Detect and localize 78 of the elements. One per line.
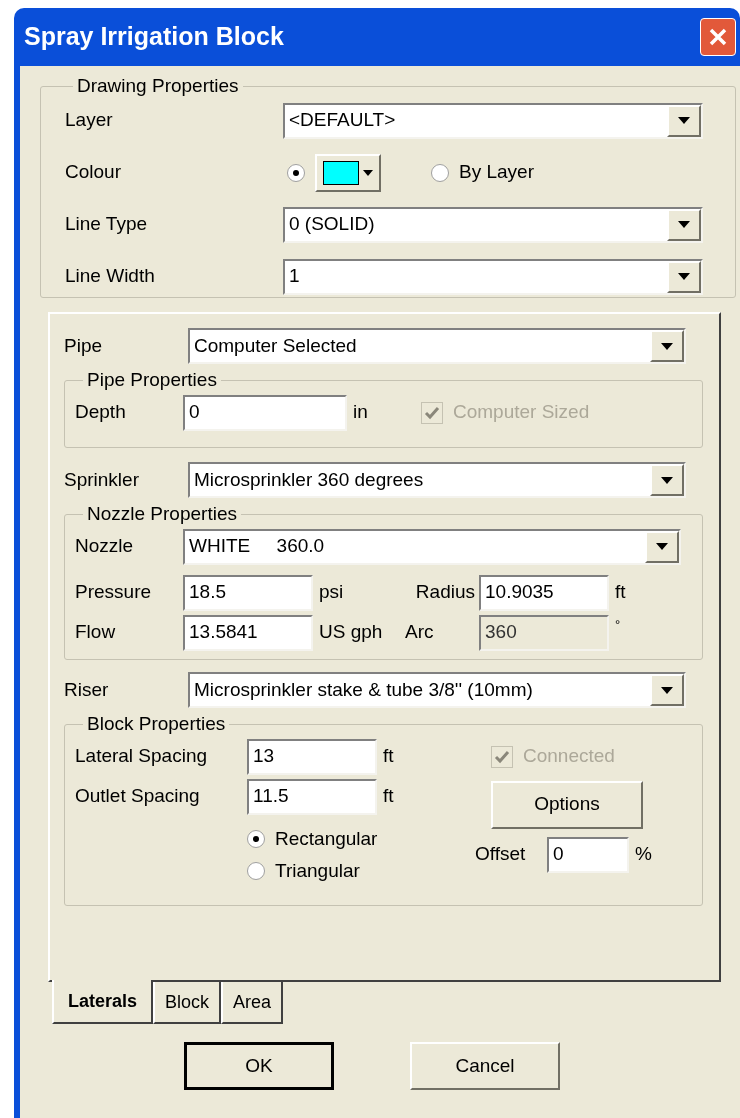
field-label: Line Type xyxy=(65,212,149,237)
dropdown-button[interactable] xyxy=(667,260,701,293)
dropdown-button[interactable] xyxy=(650,330,684,362)
field-label: Line Width xyxy=(65,264,156,289)
group-title: Nozzle Properties xyxy=(86,502,238,526)
unit-label: psi xyxy=(319,580,345,605)
dropdown-field[interactable]: Microsprinkler stake & tube 3/8'' (10mm) xyxy=(188,672,686,708)
unit-label: ft xyxy=(383,744,394,769)
caret-icon xyxy=(661,476,673,484)
unit-label: ft xyxy=(383,784,394,809)
unit-label: ° xyxy=(615,615,621,634)
group-title: Drawing Properties xyxy=(76,74,240,98)
input-field[interactable]: 13.5841 xyxy=(183,614,313,651)
radio-button[interactable] xyxy=(287,163,305,182)
caret-icon xyxy=(678,221,690,228)
dropdown-button[interactable] xyxy=(667,208,701,241)
dialog-button[interactable]: Cancel xyxy=(410,1042,560,1090)
tab[interactable]: Area xyxy=(221,982,284,1024)
field-label: Riser xyxy=(64,677,110,702)
field-label: Layer xyxy=(65,108,114,133)
radio-button[interactable] xyxy=(247,829,265,848)
radio-button[interactable] xyxy=(431,163,449,182)
close-button[interactable] xyxy=(700,18,736,56)
tab[interactable]: Laterals xyxy=(52,980,154,1024)
field-label: Outlet Spacing xyxy=(75,784,201,809)
field-label: Depth xyxy=(75,400,127,425)
close-icon xyxy=(708,27,728,47)
field-label: Offset xyxy=(475,842,527,867)
input-field[interactable]: 11.5 xyxy=(247,778,377,815)
radio-label: Rectangular xyxy=(275,826,378,851)
check-icon xyxy=(494,749,510,764)
radio-button[interactable] xyxy=(247,862,265,881)
checkbox-label: Connected xyxy=(523,744,615,769)
radio-label: Triangular xyxy=(275,859,360,883)
field-label: Pipe xyxy=(64,333,104,358)
field-label: Colour xyxy=(65,160,122,185)
unit-label: in xyxy=(353,400,369,425)
field-label: Flow xyxy=(75,620,117,645)
input-field[interactable]: 10.9035 xyxy=(479,574,609,611)
field-label: Arc xyxy=(405,620,435,645)
caret-icon xyxy=(363,169,373,176)
checkbox-label: Computer Sized xyxy=(453,400,590,425)
unit-label: US gph xyxy=(319,620,384,645)
check-icon xyxy=(424,405,440,420)
field-label: Pressure xyxy=(75,580,153,605)
caret-icon xyxy=(656,543,668,550)
dropdown-button[interactable] xyxy=(667,104,701,137)
field-label: Nozzle xyxy=(75,534,135,559)
dialog-button[interactable]: OK xyxy=(184,1042,334,1090)
caret-icon xyxy=(661,342,673,350)
dropdown-field[interactable]: <DEFAULT> xyxy=(283,102,703,139)
colour-picker[interactable] xyxy=(315,153,381,192)
field-label: Radius xyxy=(414,580,476,605)
dropdown-button[interactable] xyxy=(645,530,679,563)
input-field[interactable]: 13 xyxy=(247,738,377,775)
unit-label: % xyxy=(635,842,652,867)
field-label: Sprinkler xyxy=(64,467,140,492)
group-title: Block Properties xyxy=(86,712,227,736)
input-field[interactable]: 0 xyxy=(183,394,347,431)
caret-icon xyxy=(661,686,673,694)
tab[interactable]: Block xyxy=(153,982,222,1024)
radio-label: By Layer xyxy=(459,160,534,185)
caret-icon xyxy=(678,117,690,124)
unit-label: ft xyxy=(615,580,626,605)
group-title: Pipe Properties xyxy=(86,368,218,392)
dropdown-field[interactable]: 0 (SOLID) xyxy=(283,206,703,243)
dropdown-field[interactable]: Microsprinkler 360 degrees xyxy=(188,462,686,498)
dropdown-button[interactable] xyxy=(650,674,684,706)
input-field[interactable]: 18.5 xyxy=(183,574,313,611)
field-label: Lateral Spacing xyxy=(75,744,209,769)
caret-icon xyxy=(678,273,690,280)
window-title: Spray Irrigation Block xyxy=(24,21,284,53)
options-button[interactable]: Options xyxy=(491,780,643,829)
dropdown-field[interactable]: WHITE 360.0 xyxy=(183,528,681,565)
dropdown-button[interactable] xyxy=(650,464,684,496)
input-field[interactable]: 0 xyxy=(547,836,629,873)
dropdown-field[interactable]: 1 xyxy=(283,258,703,295)
dropdown-field[interactable]: Computer Selected xyxy=(188,328,686,364)
